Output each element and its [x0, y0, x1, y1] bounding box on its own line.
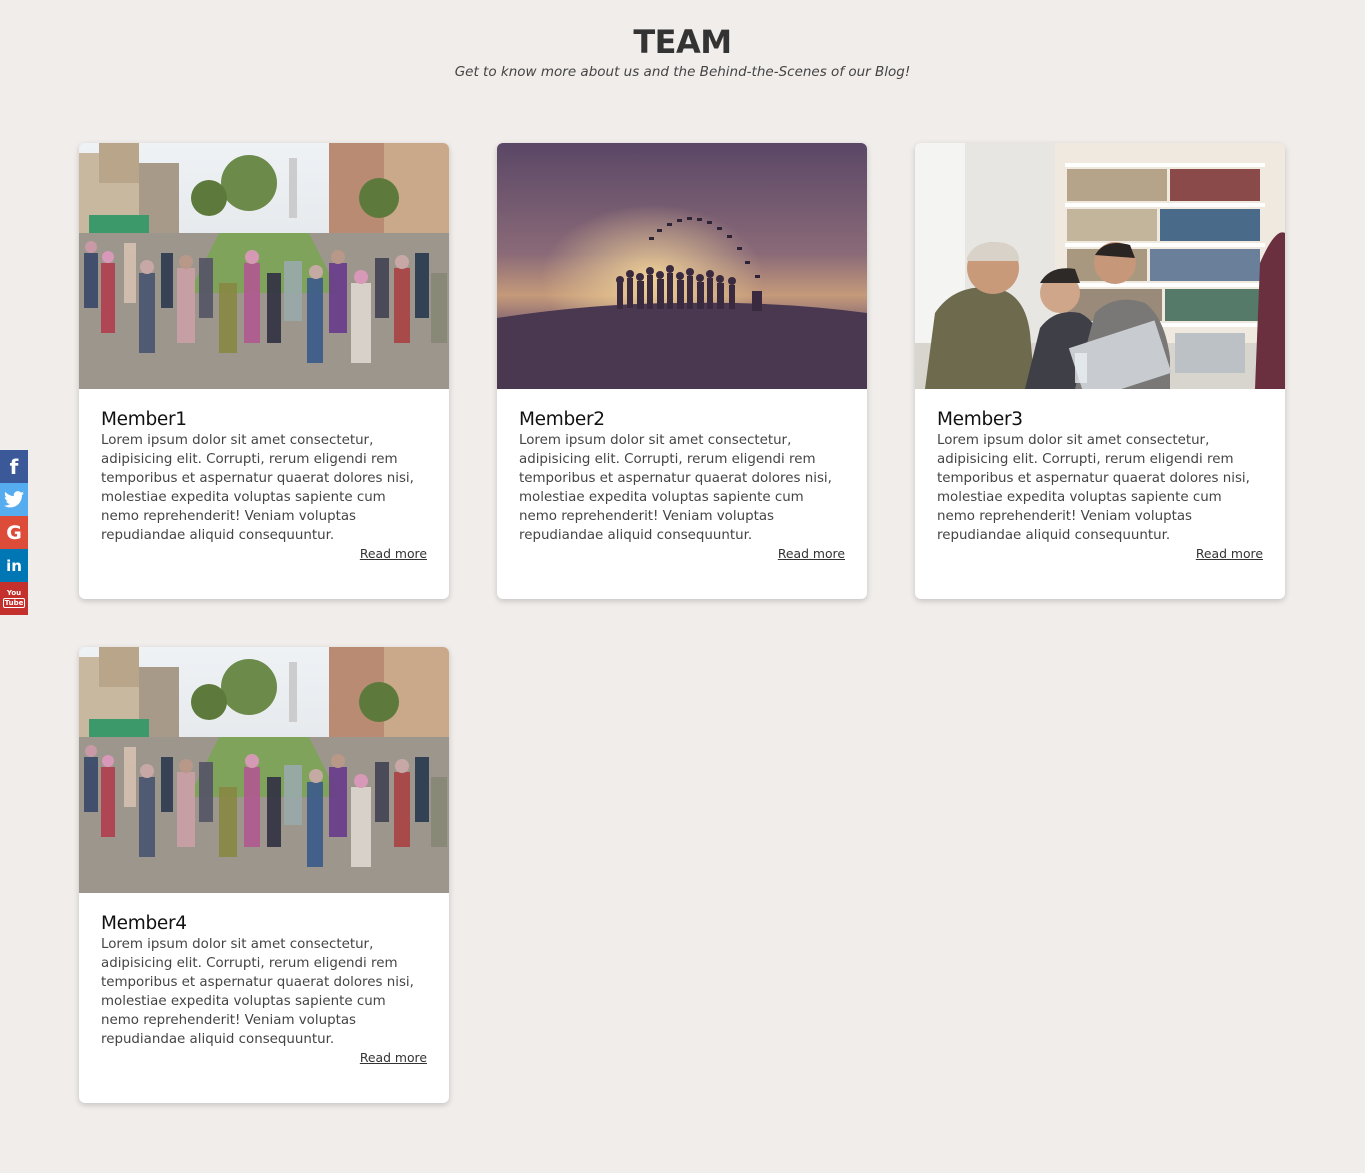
youtube-logo-text-2: Tube — [2, 598, 26, 608]
member-name: Member2 — [519, 409, 605, 430]
friends-laptop-library-photo — [915, 143, 1285, 389]
member-card: Member2 Lorem ipsum dolor sit amet conse… — [497, 143, 867, 599]
page-header: TEAM Get to know more about us and the B… — [0, 22, 1365, 80]
facebook-icon[interactable]: f — [0, 450, 28, 483]
social-sidebar: f G in You Tube — [0, 450, 28, 615]
member-description: Lorem ipsum dolor sit amet consectetur, … — [519, 433, 832, 543]
linkedin-icon[interactable]: in — [0, 549, 28, 582]
member-description: Lorem ipsum dolor sit amet consectetur, … — [101, 433, 414, 543]
member-card: Member3 Lorem ipsum dolor sit amet conse… — [915, 143, 1285, 599]
member-name: Member3 — [937, 409, 1023, 430]
crowd-street-photo — [79, 647, 449, 893]
youtube-logo-text-1: You — [6, 589, 22, 597]
crowd-street-photo — [79, 143, 449, 389]
page-subtitle: Get to know more about us and the Behind… — [454, 64, 911, 80]
member-name: Member1 — [101, 409, 187, 430]
google-icon[interactable]: G — [0, 516, 28, 549]
member-card: Member4 Lorem ipsum dolor sit amet conse… — [79, 647, 449, 1103]
member-name: Member4 — [101, 913, 187, 934]
youtube-icon[interactable]: You Tube — [0, 582, 28, 615]
read-more-link[interactable]: Read more — [937, 546, 1263, 561]
read-more-link[interactable]: Read more — [101, 1050, 427, 1065]
member-description: Lorem ipsum dolor sit amet consectetur, … — [937, 433, 1250, 543]
read-more-link[interactable]: Read more — [519, 546, 845, 561]
page-title: TEAM — [633, 23, 732, 61]
graduation-silhouette-photo — [497, 143, 867, 389]
read-more-link[interactable]: Read more — [101, 546, 427, 561]
member-card: Member1 Lorem ipsum dolor sit amet conse… — [79, 143, 449, 599]
twitter-icon[interactable] — [0, 483, 28, 516]
member-description: Lorem ipsum dolor sit amet consectetur, … — [101, 937, 414, 1047]
